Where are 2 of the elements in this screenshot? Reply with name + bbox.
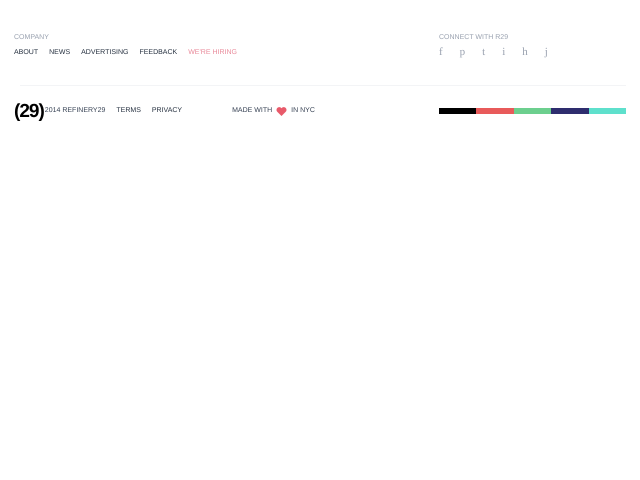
logo[interactable]: (29) — [14, 102, 44, 120]
heart-icon — [276, 106, 288, 116]
